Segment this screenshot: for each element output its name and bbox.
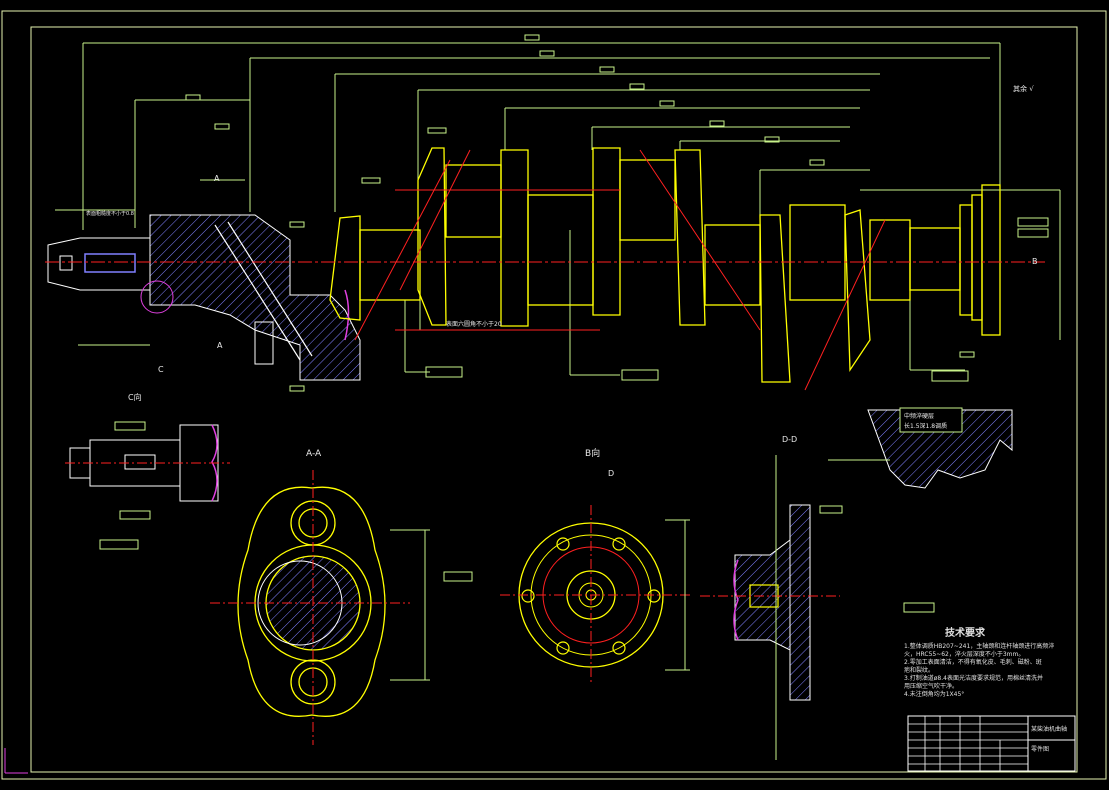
view-b-title: B向: [585, 447, 600, 459]
tech-line-4: 疤和裂纹。: [904, 666, 934, 674]
view-b: B向 D: [443, 447, 690, 685]
cad-drawing-canvas: A A C B 表面六圆角不小于20 表面粗糙度不小于0.8 其余 √ C向 A…: [1, 10, 1107, 780]
cut-label-a-top: A: [214, 174, 220, 183]
note-roughness: 表面粗糙度不小于0.8: [86, 210, 134, 217]
section-aa-title: A-A: [306, 449, 322, 459]
tech-line-7: 4.未注倒角均为1X45°: [904, 690, 964, 698]
view-c: C向: [65, 392, 230, 550]
tech-requirements-title: 技术要求: [945, 626, 986, 639]
detail-view: 中频淬硬层 长1.5深1.8调质: [828, 407, 1013, 489]
note-fillet: 表面六圆角不小于20: [446, 320, 502, 328]
corner-roughness-symbol: 其余 √: [1013, 84, 1034, 93]
title-block: 某柴油机曲轴 零件图: [907, 715, 1076, 772]
tech-line-2: 火，HRC55~62，淬火层深度不小于3mm。: [904, 650, 1024, 658]
crankshaft-main-view: A A C B 表面六圆角不小于20 表面粗糙度不小于0.8 其余 √: [45, 34, 1061, 392]
title-line-2: 零件图: [1031, 745, 1049, 753]
section-dd: D-D: [700, 435, 935, 760]
cut-label-c: C: [158, 365, 164, 374]
tech-line-3: 2.零加工表面清洁，不得有氧化皮、毛刺、磁粉、斑: [904, 658, 1042, 666]
tech-line-6: 用压缩空气吹干净。: [904, 682, 958, 690]
arrow-label-d: D: [608, 469, 614, 478]
technical-requirements: 技术要求 1.整体调质HB207~241，主轴颈和连杆轴颈进行高频淬 火，HRC…: [904, 626, 1054, 698]
section-dd-title: D-D: [782, 435, 797, 444]
ucs-icon: [4, 748, 28, 774]
cut-label-a-bottom: A: [217, 341, 223, 350]
title-line-1: 某柴油机曲轴: [1031, 725, 1067, 733]
tech-line-5: 3.打制油道ø8.4表面光洁度要求规范，用棉丝清洗并: [904, 674, 1043, 682]
detail-note-2: 长1.5深1.8调质: [904, 422, 947, 430]
detail-note-1: 中频淬硬层: [904, 412, 934, 420]
view-c-title: C向: [128, 392, 142, 402]
tech-line-1: 1.整体调质HB207~241，主轴颈和连杆轴颈进行高频淬: [904, 642, 1054, 650]
arrow-label-b: B: [1032, 257, 1038, 266]
section-aa: A-A: [210, 449, 430, 745]
